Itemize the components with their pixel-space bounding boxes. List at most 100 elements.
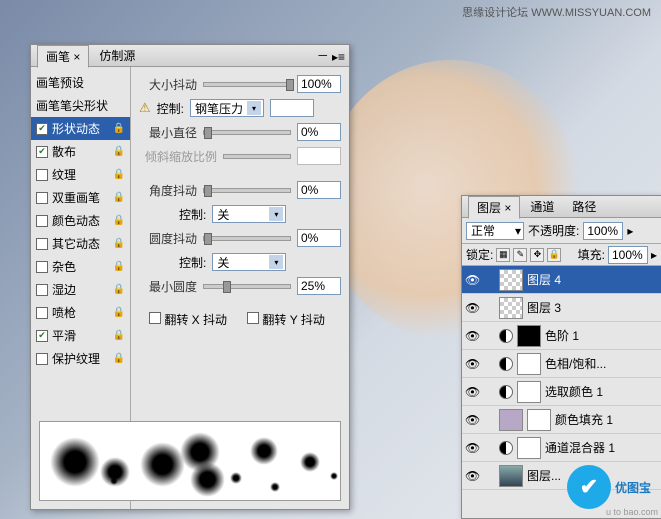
tab-layers[interactable]: 图层 × [468,196,520,219]
lock-icon: 🔒 [113,307,125,318]
size-jitter-value[interactable]: 100% [297,75,341,93]
sidebar-brush-presets[interactable]: 画笔预设 [31,71,130,94]
tilt-scale-label: 倾斜缩放比例 [139,148,217,165]
layer-row[interactable]: 👁 色阶 1 [462,322,661,350]
layer-row[interactable]: 👁 图层 4 [462,266,661,294]
layer-name[interactable]: 选取颜色 1 [545,383,658,400]
min-diameter-slider[interactable] [203,130,291,135]
opacity-label: 不透明度: [528,222,579,239]
lock-pixels-icon[interactable]: ✎ [513,248,527,262]
layer-name[interactable]: 颜色填充 1 [555,411,658,428]
layer-mask[interactable] [527,409,551,431]
roundness-jitter-value[interactable]: 0% [297,229,341,247]
sidebar-smoothing[interactable]: ✔平滑🔒 [31,324,130,347]
sidebar-texture[interactable]: 纹理🔒 [31,163,130,186]
tilt-scale-slider [223,154,291,159]
layer-mask[interactable] [517,325,541,347]
layer-name[interactable]: 图层 3 [527,299,658,316]
chevron-right-icon[interactable]: ▸ [627,224,633,238]
tilt-scale-value [297,147,341,165]
layer-thumb[interactable] [499,297,523,319]
layer-thumb[interactable] [499,465,523,487]
layers-titlebar[interactable]: 图层 × 通道 路径 [462,196,661,218]
size-jitter-slider[interactable] [203,82,291,87]
chevron-right-icon[interactable]: ▸ [651,248,657,262]
watermark-top: 思缘设计论坛 WWW.MISSYUAN.COM [462,4,651,20]
layer-name[interactable]: 色阶 1 [545,327,658,344]
angle-jitter-slider[interactable] [203,188,291,193]
adjustment-icon [499,385,513,399]
visibility-icon[interactable]: 👁 [465,329,479,343]
sidebar-shape-dynamics[interactable]: ✔形状动态🔒 [31,117,130,140]
min-roundness-slider[interactable] [203,284,291,289]
warning-icon: ⚠ [139,100,151,116]
control-label: 控制: [179,254,206,271]
sidebar-brush-tip[interactable]: 画笔笔尖形状 [31,94,130,117]
visibility-icon[interactable]: 👁 [465,301,479,315]
layer-thumb[interactable] [499,409,523,431]
min-diameter-value[interactable]: 0% [297,123,341,141]
visibility-icon[interactable]: 👁 [465,385,479,399]
tab-clone-source[interactable]: 仿制源 [91,45,143,66]
flip-y-checkbox[interactable]: 翻转 Y 抖动 [247,311,325,328]
sidebar-protect-texture[interactable]: 保护纹理🔒 [31,347,130,370]
adjustment-icon [499,441,513,455]
blend-mode-select[interactable]: 正常▾ [466,222,524,240]
layer-name[interactable]: 色相/饱和... [545,355,658,372]
min-roundness-value[interactable]: 25% [297,277,341,295]
layer-thumb[interactable] [499,269,523,291]
brush-titlebar[interactable]: 画笔 × 仿制源 ─ ▸≡ [31,45,349,67]
lock-transparency-icon[interactable]: ▦ [496,248,510,262]
tab-channels[interactable]: 通道 [522,196,562,217]
sidebar-scattering[interactable]: ✔散布🔒 [31,140,130,163]
visibility-icon[interactable]: 👁 [465,273,479,287]
roundness-jitter-label: 圆度抖动 [139,230,197,247]
layer-row[interactable]: 👁 图层 3 [462,294,661,322]
min-diameter-label: 最小直径 [139,124,197,141]
layer-row[interactable]: 👁 通道混合器 1 [462,434,661,462]
lock-all-icon[interactable]: 🔒 [547,248,561,262]
layer-row[interactable]: 👁 选取颜色 1 [462,378,661,406]
flip-x-checkbox[interactable]: 翻转 X 抖动 [149,311,227,328]
panel-menu-icon[interactable]: ▸≡ [332,50,345,64]
fill-value[interactable]: 100% [608,246,648,264]
opacity-value[interactable]: 100% [583,222,623,240]
visibility-icon[interactable]: 👁 [465,441,479,455]
lock-icon: 🔒 [113,261,125,272]
lock-icon: 🔒 [113,353,125,364]
angle-jitter-label: 角度抖动 [139,182,197,199]
visibility-icon[interactable]: 👁 [465,413,479,427]
chevron-down-icon: ▾ [269,255,283,269]
lock-icon: 🔒 [113,284,125,295]
layer-mask[interactable] [517,353,541,375]
layer-name[interactable]: 图层 4 [527,271,658,288]
roundness-jitter-slider[interactable] [203,236,291,241]
control-label: 控制: [157,100,184,117]
lock-icon: 🔒 [113,330,125,341]
layer-mask[interactable] [517,437,541,459]
control1-extra[interactable] [270,99,314,117]
visibility-icon[interactable]: 👁 [465,357,479,371]
sidebar-dual-brush[interactable]: 双重画笔🔒 [31,186,130,209]
close-icon[interactable]: ─ [318,48,327,62]
tab-paths[interactable]: 路径 [564,196,604,217]
control2-select[interactable]: 关▾ [212,205,286,223]
layer-row[interactable]: 👁 颜色填充 1 [462,406,661,434]
sidebar-other-dynamics[interactable]: 其它动态🔒 [31,232,130,255]
layer-mask[interactable] [517,381,541,403]
sidebar-noise[interactable]: 杂色🔒 [31,255,130,278]
control1-select[interactable]: 钢笔压力▾ [190,99,264,117]
layer-name[interactable]: 通道混合器 1 [545,439,658,456]
angle-jitter-value[interactable]: 0% [297,181,341,199]
sidebar-wet-edges[interactable]: 湿边🔒 [31,278,130,301]
sidebar-color-dynamics[interactable]: 颜色动态🔒 [31,209,130,232]
sidebar-airbrush[interactable]: 喷枪🔒 [31,301,130,324]
control3-select[interactable]: 关▾ [212,253,286,271]
control-label: 控制: [179,206,206,223]
visibility-icon[interactable]: 👁 [465,469,479,483]
min-roundness-label: 最小圆度 [139,278,197,295]
lock-icon: 🔒 [113,123,125,134]
lock-position-icon[interactable]: ✥ [530,248,544,262]
tab-brush[interactable]: 画笔 × [37,45,89,68]
layer-row[interactable]: 👁 色相/饱和... [462,350,661,378]
